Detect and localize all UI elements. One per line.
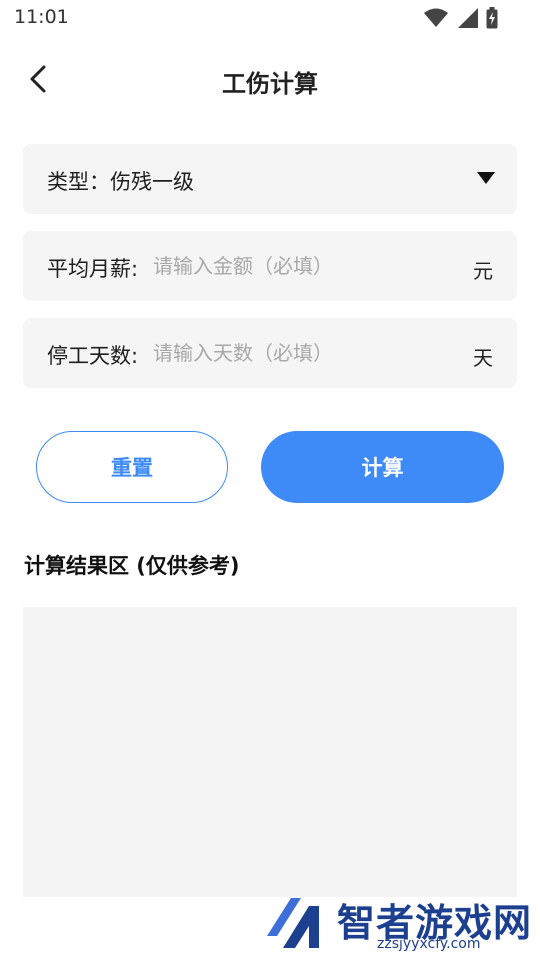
page-title: 工伤计算 [222,70,318,98]
type-select-text: 类型：伤残一级 [47,166,194,196]
salary-input[interactable] [153,247,453,285]
salary-field: 平均月薪: 元 [23,231,517,301]
watermark-logo-icon [267,898,319,948]
days-unit: 天 [473,346,493,370]
calculate-button[interactable]: 计算 [261,431,504,503]
type-value: 伤残一级 [110,170,194,194]
days-label: 停工天数: [47,344,139,368]
result-area [23,607,517,897]
type-label: 类型： [47,170,110,194]
reset-button[interactable]: 重置 [36,431,228,503]
result-title: 计算结果区 (仅供参考) [24,554,240,578]
battery-charging-icon [486,7,498,29]
type-select[interactable]: 类型：伤残一级 [23,144,517,214]
signal-icon [458,8,478,28]
salary-label: 平均月薪: [47,257,139,281]
status-icons [424,8,478,28]
status-time: 11:01 [14,6,69,28]
watermark: 智者游戏网 zzsjyyxcfy.com [255,890,540,960]
wifi-icon [424,8,448,27]
app-bar: 工伤计算 [0,50,540,110]
days-field: 停工天数: 天 [23,318,517,388]
days-input[interactable] [153,334,453,372]
watermark-url: zzsjyyxcfy.com [377,936,481,952]
caret-down-icon [477,172,495,184]
salary-unit: 元 [473,259,493,283]
status-bar: 11:01 [0,0,540,36]
